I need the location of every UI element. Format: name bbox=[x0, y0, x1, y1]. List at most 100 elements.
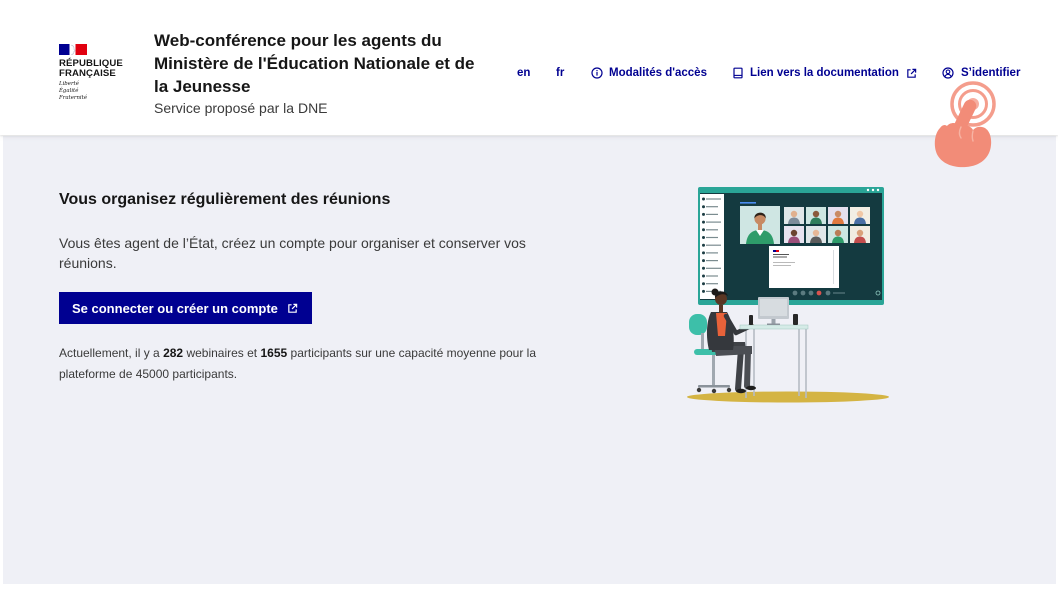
intro-heading: Vous organisez régulièrement des réunion… bbox=[59, 191, 391, 208]
participant-head bbox=[834, 229, 842, 237]
sidebar-name-line bbox=[706, 206, 718, 208]
motto-fraternite: Fraternité bbox=[59, 95, 88, 101]
main-video-tile bbox=[740, 206, 780, 244]
sidebar-name-line bbox=[706, 236, 718, 239]
sidebar-avatar bbox=[702, 197, 705, 201]
woman-neck bbox=[719, 305, 723, 313]
sidebar-avatar bbox=[702, 220, 705, 224]
logo-wordmark: RÉPUBLIQUE FRANÇAISE bbox=[59, 59, 123, 79]
window-dot bbox=[876, 188, 880, 192]
sidebar-avatar bbox=[702, 289, 705, 293]
participant-head bbox=[812, 210, 820, 218]
speaker-neck bbox=[758, 224, 762, 230]
document-page bbox=[769, 246, 839, 288]
shared-document bbox=[769, 246, 839, 288]
sidebar-avatar bbox=[702, 212, 705, 216]
chair-post bbox=[712, 355, 715, 386]
pointer-hand-tap-icon bbox=[934, 81, 996, 168]
woman-back-shoe bbox=[736, 388, 746, 394]
chair-back-support bbox=[701, 333, 704, 350]
sidebar-name-line bbox=[706, 267, 721, 269]
sidebar-avatar bbox=[702, 228, 705, 232]
language-en-link[interactable]: en bbox=[517, 64, 530, 82]
sidebar-name-line bbox=[706, 221, 721, 223]
sidebar-avatar bbox=[702, 243, 705, 247]
external-link-icon bbox=[907, 68, 917, 78]
share-control bbox=[808, 290, 814, 296]
sidebar-avatar bbox=[702, 282, 705, 286]
webinar-count: 282 bbox=[163, 346, 184, 360]
woman-back-shin bbox=[735, 346, 744, 392]
documentation-link[interactable]: Lien vers la documentation bbox=[732, 64, 917, 82]
chair-back bbox=[689, 314, 707, 335]
woman-front-shin bbox=[744, 348, 751, 389]
document-flag-red bbox=[776, 250, 779, 252]
participant-count: 1655 bbox=[260, 346, 288, 360]
chair-base bbox=[698, 385, 730, 388]
desk-speaker bbox=[793, 314, 798, 325]
sidebar-avatar bbox=[702, 274, 705, 278]
hangup-control bbox=[816, 290, 822, 296]
stats-prefix: Actuellement, il y a bbox=[59, 346, 160, 360]
sidebar-name-line bbox=[706, 252, 718, 254]
more-control bbox=[825, 290, 831, 296]
document-line bbox=[773, 256, 787, 258]
access-terms-link[interactable]: Modalités d'accès bbox=[591, 64, 707, 82]
republique-francaise-logo[interactable]: RÉPUBLIQUE FRANÇAISE Liberté Égalité Fra… bbox=[59, 44, 131, 106]
book-icon bbox=[733, 67, 743, 79]
sidebar-name-line bbox=[706, 244, 721, 246]
motto-liberte: Liberté bbox=[59, 81, 79, 87]
floor-shadow bbox=[687, 391, 889, 403]
sidebar-name-line bbox=[706, 198, 721, 200]
mic-control bbox=[792, 290, 798, 296]
video-conference-illustration bbox=[687, 187, 889, 403]
sidebar-avatar bbox=[702, 251, 705, 255]
sidebar-avatar bbox=[702, 205, 705, 209]
login-or-signup-button[interactable]: Se connecter ou créer un compte bbox=[59, 292, 312, 324]
service-title[interactable]: Web-conférence pour les agents du Minist… bbox=[154, 29, 484, 98]
intro-text: Vous êtes agent de l’État, créez un comp… bbox=[59, 235, 526, 271]
active-tab-indicator bbox=[740, 202, 756, 204]
desk-monitor-base bbox=[767, 323, 780, 325]
login-or-signup-label: Se connecter ou créer un compte bbox=[72, 300, 278, 316]
desk-top bbox=[739, 324, 809, 330]
sidebar-name-line bbox=[706, 213, 718, 215]
chair-wheel bbox=[726, 387, 732, 393]
info-icon bbox=[591, 67, 603, 79]
document-divider bbox=[833, 250, 834, 284]
document-line bbox=[773, 262, 795, 263]
external-link-icon bbox=[288, 303, 298, 313]
chair-wheel bbox=[696, 387, 702, 393]
service-block: Web-conférence pour les agents du Minist… bbox=[154, 29, 484, 118]
sidebar-avatar bbox=[702, 266, 705, 270]
participant-head bbox=[834, 210, 842, 218]
service-tagline: Service proposé par la DNE bbox=[154, 100, 328, 116]
usage-stats: Actuellement, il y a 282 webinaires et 1… bbox=[59, 343, 554, 385]
desk-speaker bbox=[749, 315, 753, 325]
documentation-label: Lien vers la documentation bbox=[750, 67, 899, 79]
sidebar-name-line bbox=[706, 283, 718, 285]
window-dot bbox=[871, 188, 875, 192]
main-content: Vous organisez régulièrement des réunion… bbox=[3, 136, 1056, 584]
wall-screen bbox=[698, 187, 884, 305]
participant-head bbox=[856, 229, 864, 237]
site-header: RÉPUBLIQUE FRANÇAISE Liberté Égalité Fra… bbox=[0, 0, 1058, 135]
sidebar-avatar bbox=[702, 236, 705, 239]
document-flag-blue bbox=[773, 250, 776, 252]
logo-motto: Liberté Égalité Fraternité bbox=[59, 81, 87, 102]
participant-head bbox=[812, 229, 820, 237]
sidebar-name-line bbox=[706, 275, 718, 277]
camera-control bbox=[800, 290, 806, 296]
chair-wheel bbox=[711, 388, 717, 394]
logo-line-2: FRANÇAISE bbox=[59, 68, 116, 79]
language-fr-link[interactable]: fr bbox=[556, 64, 564, 82]
sidebar-name-line bbox=[706, 260, 718, 262]
window-dot bbox=[866, 188, 870, 192]
desk-monitor-screen bbox=[760, 299, 787, 316]
document-line bbox=[773, 254, 789, 255]
access-terms-label: Modalités d'accès bbox=[609, 67, 707, 79]
participant-head bbox=[790, 210, 798, 218]
webinar-count-label: webinaires et bbox=[186, 346, 258, 360]
woman-front-shoe bbox=[746, 385, 756, 391]
participant-head bbox=[856, 210, 864, 218]
